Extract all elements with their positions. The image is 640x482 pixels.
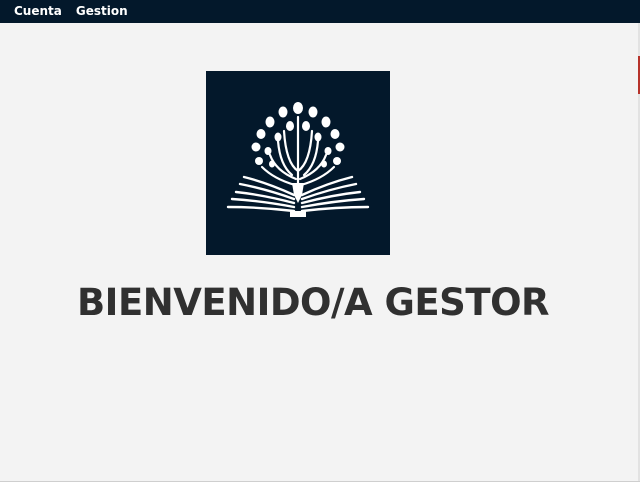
welcome-title: BIENVENIDO/A GESTOR <box>76 281 550 324</box>
tree-book-logo-icon <box>206 71 390 255</box>
menu-bar: Cuenta Gestion <box>0 0 640 23</box>
menu-cuenta[interactable]: Cuenta <box>7 0 69 23</box>
main-window: Cuenta Gestion BIENVENIDO/A GESTOR <box>0 0 640 482</box>
menu-gestion[interactable]: Gestion <box>69 0 135 23</box>
